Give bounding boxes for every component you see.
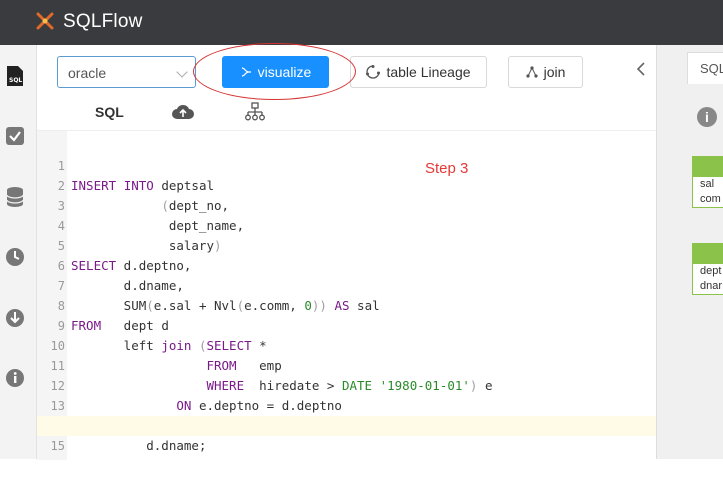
lineage-node[interactable]: sal com	[692, 156, 723, 208]
tab-sql-right[interactable]: SQL	[687, 52, 723, 84]
code-line: 4 salary)	[37, 196, 656, 253]
node-header	[693, 157, 723, 177]
download-icon[interactable]	[4, 307, 26, 329]
top-bar: SQLFlow	[0, 0, 723, 45]
code-text: d.dname;	[71, 438, 207, 453]
code-line: 8 FROM dept d	[37, 276, 656, 333]
sqlflow-logo-icon	[36, 12, 54, 30]
lineage-icon	[366, 65, 381, 79]
code-line: 14 d.dname;	[37, 396, 656, 453]
app-title: SQLFlow	[63, 11, 143, 32]
code-line: 10 FROM emp	[37, 316, 656, 373]
node-column: com	[700, 193, 721, 205]
table-lineage-label: table Lineage	[386, 64, 471, 80]
code-line: 7 SUM(e.sal + Nvl(e.comm, 0)) AS sal	[37, 256, 656, 313]
node-column: dept	[700, 265, 722, 277]
svg-text:SQL: SQL	[9, 77, 22, 84]
chevron-down-icon	[176, 66, 188, 78]
database-icon[interactable]	[4, 186, 26, 208]
chevron-left-icon[interactable]	[635, 62, 647, 76]
code-line: 5 SELECT d.deptno,	[37, 216, 656, 273]
clock-icon[interactable]	[4, 246, 26, 268]
node-column: dnar	[700, 280, 723, 292]
tab-sql[interactable]: SQL	[95, 100, 124, 124]
code-line: 9 left join (SELECT *	[37, 296, 656, 353]
join-button[interactable]: join	[508, 56, 583, 88]
sql-editor[interactable]: 1 INSERT INTO deptsal 2 (dept_no, 3 dept…	[37, 130, 656, 460]
check-icon[interactable]	[4, 125, 26, 147]
join-label: join	[543, 64, 566, 80]
join-icon	[525, 66, 538, 78]
info-icon[interactable]: i	[697, 107, 717, 127]
tab-sql-right-label: SQL	[700, 61, 723, 76]
step-annotation: Step 3	[425, 160, 469, 177]
table-lineage-button[interactable]: table Lineage	[350, 56, 487, 88]
code-line: 12 ON e.deptno = d.deptno	[37, 356, 656, 413]
code-line: 6 d.dname,	[37, 236, 656, 293]
node-header	[693, 244, 723, 264]
highlight-ellipse	[193, 43, 356, 100]
code-line: 11 WHERE hiredate > DATE '1980-01-01') e	[37, 336, 656, 393]
hierarchy-icon[interactable]	[245, 100, 265, 124]
line-number: 15	[50, 439, 65, 453]
db-vendor-value: oracle	[68, 65, 107, 81]
sql-file-icon[interactable]: SQL	[4, 65, 26, 87]
db-vendor-select[interactable]: oracle	[57, 56, 196, 88]
tab-sql-label: SQL	[95, 104, 124, 120]
lineage-node[interactable]: dept dnar	[692, 243, 723, 295]
left-sidebar: SQL	[0, 45, 37, 459]
cloud-upload-icon[interactable]	[172, 100, 194, 124]
info-icon[interactable]	[4, 367, 26, 389]
code-line: 3 dept_name,	[37, 176, 656, 233]
code-line: 13 GROUP BY d.deptno,	[37, 376, 656, 433]
code-line-active: 15	[37, 416, 656, 453]
code-line: 2 (dept_no,	[37, 156, 656, 213]
node-column: sal	[700, 178, 715, 190]
code-line: 1 INSERT INTO deptsal	[37, 136, 656, 193]
